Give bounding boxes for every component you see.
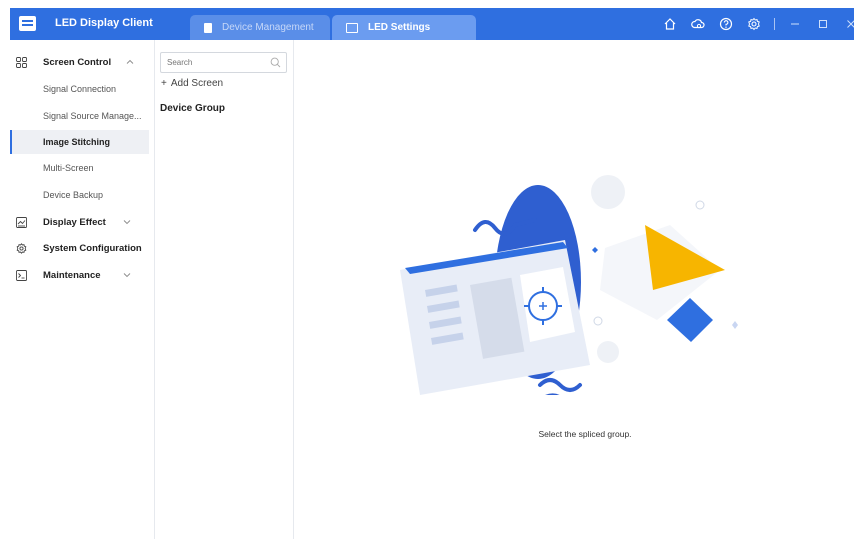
add-screen-button[interactable]: + Add Screen [161, 78, 223, 89]
add-screen-label: Add Screen [170, 78, 224, 89]
grid-icon [16, 56, 27, 68]
nav-group-label: Display Effect [43, 216, 106, 228]
title-bar: LED Display Client Device Management LED… [10, 8, 854, 40]
tab-label: LED Settings [368, 22, 431, 33]
cloud-upgrade-icon[interactable] [690, 16, 706, 32]
sidebar-item-device-backup[interactable]: Device Backup [10, 183, 149, 207]
tab-device-management[interactable]: Device Management [190, 15, 330, 40]
device-group-node[interactable]: Device Group [160, 103, 225, 114]
empty-state-illustration [400, 175, 738, 395]
nav-group-label: Maintenance [43, 269, 101, 281]
search-icon[interactable] [270, 57, 281, 68]
led-icon [346, 22, 358, 33]
main-content: Select the spliced group. [295, 40, 854, 539]
nav-group-system-configuration[interactable]: System Configuration [10, 236, 155, 260]
gear-icon [16, 242, 27, 254]
group-panel: +Add Screen Device Group [155, 40, 294, 539]
tab-label: Device Management [222, 22, 314, 33]
nav-group-label: System Configuration [43, 242, 142, 254]
chevron-up-icon [126, 59, 134, 64]
sidebar: Screen Control Signal Connection Signal … [10, 40, 155, 539]
help-icon[interactable] [718, 16, 734, 32]
display-icon [16, 216, 27, 228]
plus-icon: + [161, 78, 167, 89]
nav-group-maintenance[interactable]: Maintenance [10, 263, 155, 287]
app-logo-icon [19, 16, 36, 31]
nav-group-screen-control[interactable]: Screen Control [10, 50, 155, 74]
divider [774, 18, 775, 30]
minimize-icon[interactable] [787, 16, 803, 32]
maintenance-icon [16, 269, 27, 281]
sidebar-item-signal-connection[interactable]: Signal Connection [10, 77, 149, 101]
maximize-icon[interactable] [815, 16, 831, 32]
document-icon [204, 22, 212, 33]
nav-group-label: Screen Control [43, 56, 112, 68]
close-icon[interactable] [843, 16, 854, 32]
nav-group-display-effect[interactable]: Display Effect [10, 210, 155, 234]
search-input[interactable] [161, 53, 261, 72]
sidebar-item-signal-source-management[interactable]: Signal Source Manage... [10, 104, 149, 128]
search-box [160, 52, 287, 73]
window-controls [662, 14, 854, 34]
tab-led-settings[interactable]: LED Settings [332, 15, 476, 40]
settings-icon[interactable] [746, 16, 762, 32]
sidebar-item-multi-screen[interactable]: Multi-Screen [10, 156, 149, 180]
app-title: LED Display Client [55, 17, 153, 29]
home-icon[interactable] [662, 16, 678, 32]
chevron-down-icon [123, 220, 131, 225]
chevron-down-icon [123, 273, 131, 278]
sidebar-item-image-stitching[interactable]: Image Stitching [10, 130, 149, 154]
empty-state-message: Select the spliced group. [538, 429, 632, 439]
